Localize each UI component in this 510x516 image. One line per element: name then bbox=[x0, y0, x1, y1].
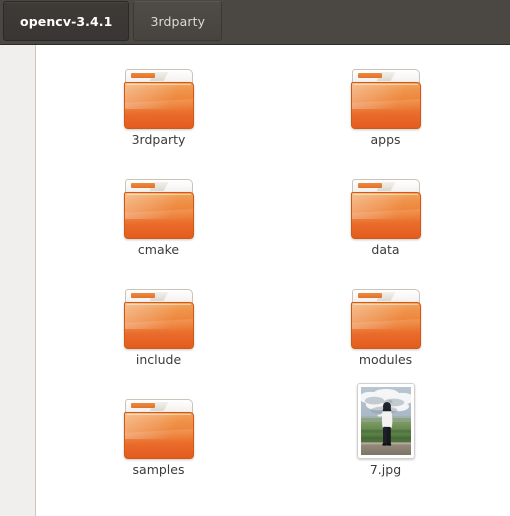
folder-gloss-edge bbox=[353, 84, 418, 85]
folder-icon bbox=[123, 69, 195, 129]
file-item[interactable]: cmake bbox=[45, 167, 272, 277]
folder-gloss-edge bbox=[353, 304, 418, 305]
folder-icon bbox=[123, 289, 195, 349]
folder-gloss-edge bbox=[126, 304, 191, 305]
icon-slot bbox=[123, 167, 195, 239]
folder-icon bbox=[123, 399, 195, 459]
file-item-label: apps bbox=[370, 132, 401, 147]
file-item[interactable]: data bbox=[272, 167, 499, 277]
icon-slot bbox=[350, 277, 422, 349]
file-item-label: cmake bbox=[137, 242, 180, 257]
file-item[interactable]: apps bbox=[272, 57, 499, 167]
path-bar-buttons: opencv-3.4.1 3rdparty bbox=[0, 0, 510, 44]
folder-icon bbox=[123, 179, 195, 239]
folder-front-panel bbox=[123, 82, 194, 129]
folder-front-panel bbox=[123, 192, 194, 239]
folder-gloss-edge bbox=[126, 414, 191, 415]
folder-front-panel bbox=[123, 302, 194, 349]
folder-tab-strip bbox=[130, 403, 155, 408]
path-button-opencv-3-4-1[interactable]: opencv-3.4.1 bbox=[3, 1, 130, 41]
folder-gloss-edge bbox=[126, 194, 191, 195]
window-body: 3rdparty apps cmake data include modules… bbox=[0, 45, 510, 516]
file-item[interactable]: include bbox=[45, 277, 272, 387]
folder-front-panel bbox=[350, 302, 421, 349]
image-thumbnail bbox=[356, 383, 415, 459]
icon-slot bbox=[123, 57, 195, 129]
file-list-view[interactable]: 3rdparty apps cmake data include modules… bbox=[43, 45, 510, 516]
folder-front-panel bbox=[123, 412, 194, 459]
folder-gloss-edge bbox=[353, 194, 418, 195]
folder-icon bbox=[350, 179, 422, 239]
file-item-label: 7.jpg bbox=[369, 462, 402, 477]
folder-gloss-edge bbox=[126, 84, 191, 85]
path-bar: opencv-3.4.1 3rdparty bbox=[0, 0, 510, 45]
folder-icon bbox=[350, 289, 422, 349]
folder-tab-strip bbox=[357, 293, 382, 298]
icon-slot bbox=[350, 383, 422, 459]
file-item-label: 3rdparty bbox=[131, 132, 186, 147]
folder-icon bbox=[350, 69, 422, 129]
icon-slot bbox=[123, 387, 195, 459]
icon-grid: 3rdparty apps cmake data include modules… bbox=[43, 45, 510, 497]
folder-front-panel bbox=[350, 82, 421, 129]
file-manager-window: opencv-3.4.1 3rdparty 3rdparty apps cmak… bbox=[0, 0, 510, 516]
folder-tab-strip bbox=[357, 183, 382, 188]
folder-tab-strip bbox=[130, 183, 155, 188]
file-item-label: data bbox=[371, 242, 400, 257]
sidebar-places-panel[interactable] bbox=[0, 45, 36, 516]
file-item-label: samples bbox=[132, 462, 185, 477]
file-item[interactable]: modules bbox=[272, 277, 499, 387]
photo-preview bbox=[360, 387, 411, 455]
icon-slot bbox=[350, 167, 422, 239]
file-item[interactable]: 3rdparty bbox=[45, 57, 272, 167]
folder-tab-strip bbox=[130, 293, 155, 298]
folder-tab-strip bbox=[130, 73, 155, 78]
file-item[interactable]: samples bbox=[45, 387, 272, 497]
folder-front-panel bbox=[350, 192, 421, 239]
file-item[interactable]: 7.jpg bbox=[272, 383, 499, 497]
file-item-label: include bbox=[135, 352, 182, 367]
photo-artwork bbox=[360, 387, 411, 455]
icon-slot bbox=[350, 57, 422, 129]
path-button-3rdparty[interactable]: 3rdparty bbox=[133, 1, 223, 41]
folder-tab-strip bbox=[357, 73, 382, 78]
icon-slot bbox=[123, 277, 195, 349]
file-item-label: modules bbox=[358, 352, 413, 367]
